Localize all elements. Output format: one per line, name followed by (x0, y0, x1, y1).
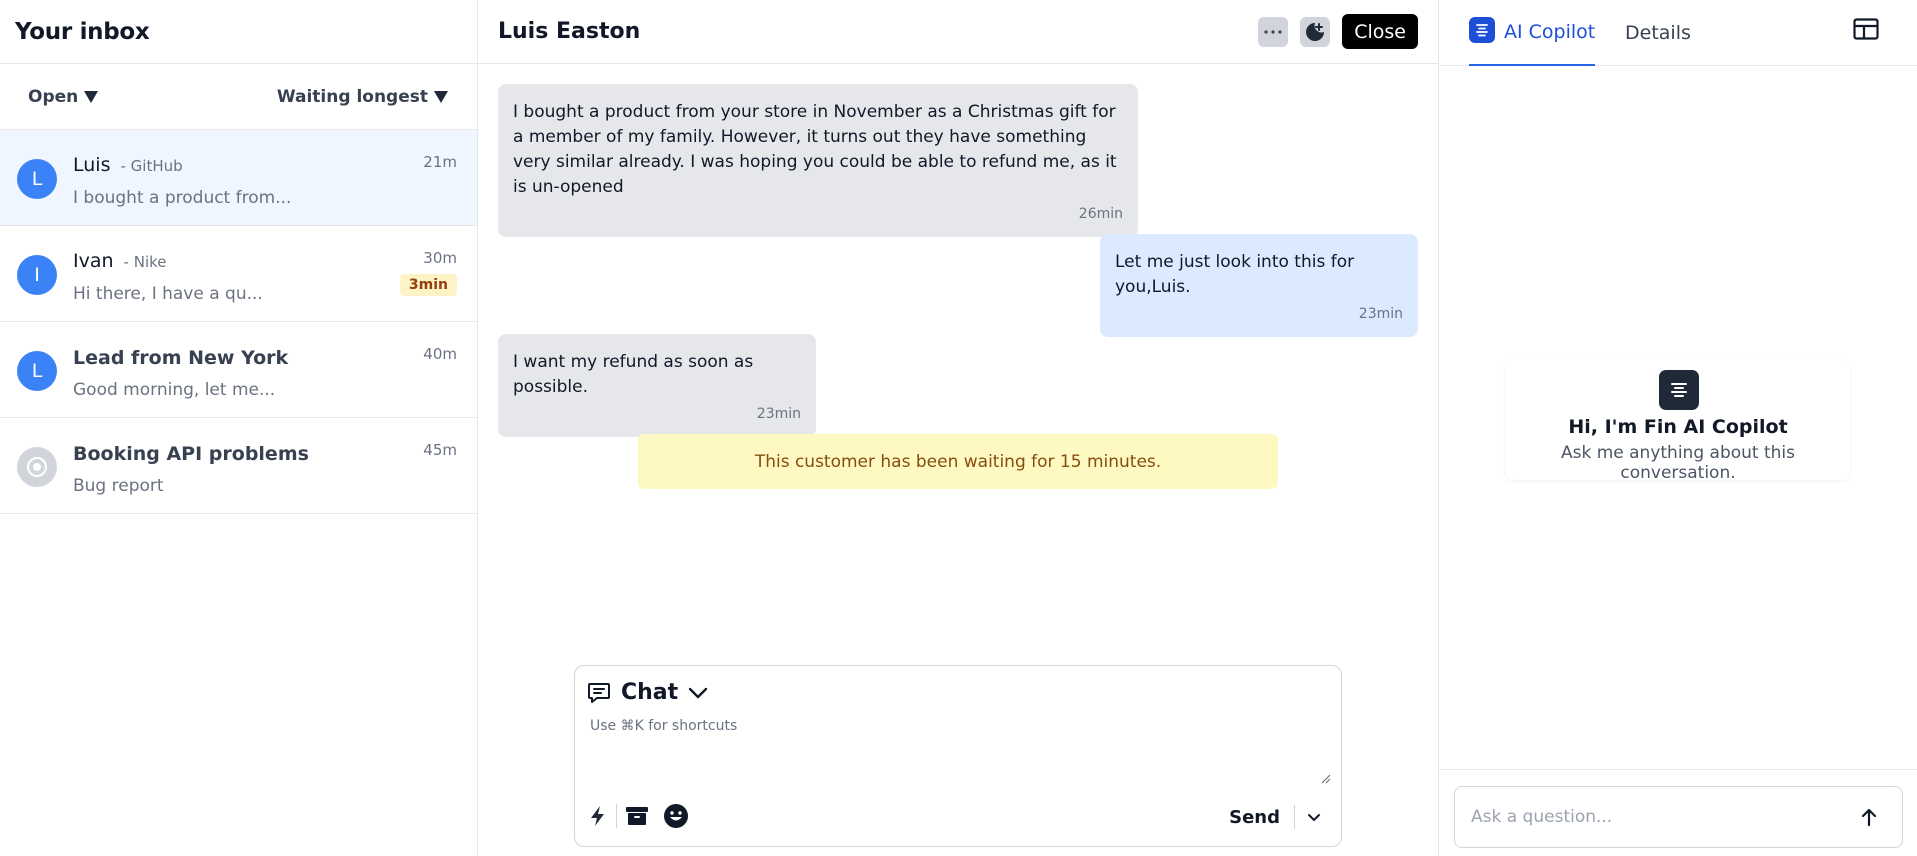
conversation-preview: Good morning, let me... (73, 380, 276, 400)
inbox-header: Your inbox (0, 0, 477, 64)
sort-filter-dropdown[interactable]: Waiting longest (277, 87, 448, 107)
conversation-item-lead[interactable]: L Lead from New York Good morning, let m… (0, 322, 477, 418)
contact-company: - GitHub (120, 157, 183, 175)
conversation-item-booking[interactable]: Booking API problems Bug report 45m (0, 418, 477, 514)
avatar: L (17, 351, 57, 391)
avatar: I (17, 255, 57, 295)
resize-handle-icon[interactable] (1321, 774, 1331, 784)
message-time: 23min (1358, 306, 1403, 322)
contact-name: Ivan (73, 250, 114, 272)
target-icon (27, 457, 47, 477)
conversation-item-luis[interactable]: L Luis - GitHub I bought a product from.… (0, 130, 477, 226)
ask-question-box (1454, 786, 1903, 848)
macros-button[interactable] (588, 804, 608, 828)
conversation-time: 30m (423, 249, 457, 267)
ask-question-input[interactable] (1471, 807, 1856, 827)
message-input[interactable] (590, 718, 1320, 796)
more-options-button[interactable] (1258, 16, 1289, 47)
message-outgoing: Let me just look into this for you,Luis.… (1100, 234, 1418, 337)
avatar (17, 447, 57, 487)
conversation-preview: I bought a product from... (73, 188, 292, 208)
status-filter-label: Open (28, 86, 79, 107)
conversation-header: Luis Easton Close (478, 0, 1438, 64)
copilot-welcome-card: Hi, I'm Fin AI Copilot Ask me anything a… (1506, 360, 1850, 483)
tab-label: AI Copilot (1504, 21, 1596, 43)
conversation-preview: Bug report (73, 476, 164, 496)
send-options-button[interactable] (1301, 813, 1327, 822)
composer-toolbar (588, 803, 689, 829)
message-time: 23min (756, 406, 801, 422)
message-text: I want my refund as soon as possible. (513, 352, 754, 397)
more-dots-icon (1264, 29, 1282, 34)
contact-name: Luis (73, 154, 111, 176)
lightning-icon (591, 806, 604, 826)
snooze-moon-icon (1306, 22, 1325, 41)
waiting-notice: This customer has been waiting for 15 mi… (638, 434, 1278, 489)
sort-filter-label: Waiting longest (276, 86, 428, 107)
inbox-filters: Open Waiting longest (0, 64, 477, 130)
archive-button[interactable] (625, 805, 649, 827)
message-incoming: I want my refund as soon as possible. 23… (498, 334, 816, 437)
copilot-subtitle: Ask me anything about this conversation. (1560, 443, 1795, 483)
copilot-greeting: Hi, I'm Fin AI Copilot (1568, 416, 1788, 438)
divider (1294, 805, 1295, 829)
conversation-name-row: Ivan - Nike (73, 250, 167, 272)
divider (616, 804, 617, 828)
conversation-time: 40m (423, 345, 457, 363)
layout-toggle-button[interactable] (1853, 18, 1879, 44)
chat-bubble-icon (588, 682, 610, 703)
conversation-panel: Luis Easton Close I bought a product fro… (478, 0, 1439, 856)
chevron-down-icon (1308, 813, 1320, 821)
copilot-panel: AI Copilot Details Hi, I'm Fin AI Copilo… (1439, 0, 1917, 856)
conversation-title: Lead from New York (73, 347, 289, 369)
triangle-down-icon (434, 91, 448, 103)
copilot-footer (1439, 769, 1917, 856)
message-composer: Chat Use ⌘K for shortcuts Send (574, 665, 1342, 847)
copilot-logo-icon (1659, 370, 1699, 410)
conversation-time: 45m (423, 441, 457, 459)
arrow-up-icon (1861, 808, 1877, 827)
close-conversation-button[interactable]: Close (1342, 14, 1418, 49)
message-text: I bought a product from your store in No… (513, 102, 1117, 197)
send-button[interactable]: Send (1219, 807, 1290, 828)
conversation-title: Booking API problems (73, 443, 309, 465)
waiting-badge: 3min (399, 274, 457, 296)
layout-icon (1853, 18, 1879, 40)
contact-company: - Nike (123, 253, 167, 271)
send-area: Send (1219, 805, 1327, 829)
tab-details[interactable]: Details (1625, 0, 1691, 66)
conversation-title: Luis Easton (498, 19, 641, 44)
menu-lines-icon (1469, 17, 1495, 43)
inbox-title: Your inbox (15, 18, 150, 45)
emoji-button[interactable] (663, 803, 689, 829)
message-time: 26min (1078, 206, 1123, 222)
composer-mode-label: Chat (621, 680, 679, 705)
avatar: L (17, 159, 57, 199)
snooze-button[interactable] (1300, 16, 1331, 47)
conversation-item-ivan[interactable]: I Ivan - Nike Hi there, I have a qu... 3… (0, 226, 477, 322)
composer-mode-dropdown[interactable]: Chat (587, 680, 708, 705)
ask-submit-button[interactable] (1856, 804, 1882, 830)
conversation-preview: Hi there, I have a qu... (73, 284, 263, 304)
emoji-icon (664, 804, 688, 828)
inbox-panel: Your inbox Open Waiting longest L Luis -… (0, 0, 478, 856)
triangle-down-icon (84, 91, 99, 103)
message-incoming: I bought a product from your store in No… (498, 84, 1138, 237)
tab-ai-copilot[interactable]: AI Copilot (1469, 0, 1596, 66)
archive-icon (626, 807, 648, 825)
conversation-name-row: Luis - GitHub (73, 154, 183, 176)
chevron-down-icon (688, 687, 708, 698)
status-filter-dropdown[interactable]: Open (28, 86, 99, 107)
copilot-header: AI Copilot Details (1439, 0, 1917, 66)
tab-label: Details (1625, 22, 1691, 44)
message-text: Let me just look into this for you,Luis. (1115, 252, 1355, 297)
conversation-time: 21m (423, 153, 457, 171)
